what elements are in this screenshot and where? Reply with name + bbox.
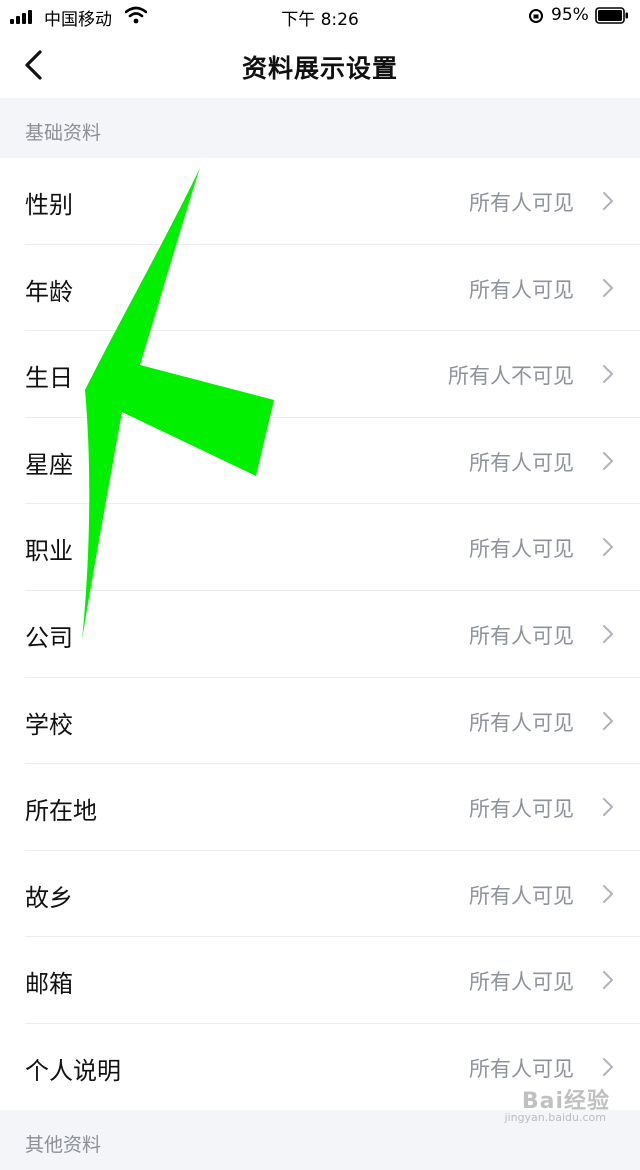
chevron-right-icon (603, 971, 614, 990)
row-label: 性别 (25, 191, 73, 219)
settings-list: 性别 所有人可见 年龄 所有人可见 生日 所有人不可见 星座 所有人可见 职业 … (0, 158, 640, 1111)
chevron-right-icon (603, 451, 614, 470)
row-label: 邮箱 (25, 970, 73, 999)
row-label: 星座 (25, 450, 73, 479)
row-label: 公司 (25, 623, 73, 652)
section-title: 基础资料 (25, 122, 102, 144)
navigation-bar: 资料展示设置 (0, 32, 640, 98)
row-value: 所有人可见 (469, 191, 574, 215)
setting-row-company[interactable]: 公司 所有人可见 (0, 591, 640, 678)
section-title: 其他资料 (25, 1134, 102, 1156)
chevron-right-icon (603, 278, 614, 297)
chevron-right-icon (603, 192, 614, 210)
page-title: 资料展示设置 (241, 54, 398, 83)
chevron-right-icon (603, 798, 614, 817)
setting-row-birthday[interactable]: 生日 所有人不可见 (0, 331, 640, 418)
chevron-right-icon (603, 884, 614, 903)
chevron-right-icon (603, 365, 614, 384)
status-bar: 中国移动 下午 8:26 95% (0, 0, 640, 32)
chevron-right-icon (603, 1057, 614, 1076)
row-value: 所有人不可见 (448, 364, 574, 389)
row-label: 个人说明 (25, 1056, 121, 1085)
chevron-right-icon (603, 538, 614, 557)
row-label: 年龄 (25, 277, 73, 306)
clock: 下午 8:26 (281, 10, 359, 30)
row-value: 所有人可见 (469, 710, 574, 735)
battery-percent: 95% (551, 5, 589, 25)
row-value: 所有人可见 (469, 623, 574, 648)
battery-icon (595, 7, 628, 24)
setting-row-occupation[interactable]: 职业 所有人可见 (0, 504, 640, 591)
row-label: 学校 (25, 710, 73, 739)
row-value: 所有人可见 (469, 970, 574, 995)
row-label: 所在地 (25, 797, 97, 826)
watermark-url: jingyan.baidu.com (504, 1111, 606, 1124)
row-value: 所有人可见 (469, 1056, 574, 1081)
setting-row-hometown[interactable]: 故乡 所有人可见 (0, 851, 640, 938)
setting-row-school[interactable]: 学校 所有人可见 (0, 678, 640, 765)
setting-row-location[interactable]: 所在地 所有人可见 (0, 764, 640, 851)
orientation-lock-icon (529, 9, 543, 23)
row-label: 职业 (25, 537, 73, 566)
row-value: 所有人可见 (469, 797, 574, 822)
row-label: 故乡 (25, 883, 73, 912)
setting-row-constellation[interactable]: 星座 所有人可见 (0, 418, 640, 505)
row-value: 所有人可见 (469, 277, 574, 302)
setting-row-email[interactable]: 邮箱 所有人可见 (0, 937, 640, 1024)
row-value: 所有人可见 (469, 883, 574, 908)
chevron-right-icon (603, 624, 614, 643)
setting-row-age[interactable]: 年龄 所有人可见 (0, 245, 640, 332)
setting-row-gender[interactable]: 性别 所有人可见 (0, 158, 640, 245)
row-value: 所有人可见 (469, 537, 574, 562)
chevron-right-icon (603, 711, 614, 730)
row-value: 所有人可见 (469, 450, 574, 475)
row-label: 生日 (25, 364, 73, 393)
section-header-basic: 基础资料 (0, 98, 640, 158)
